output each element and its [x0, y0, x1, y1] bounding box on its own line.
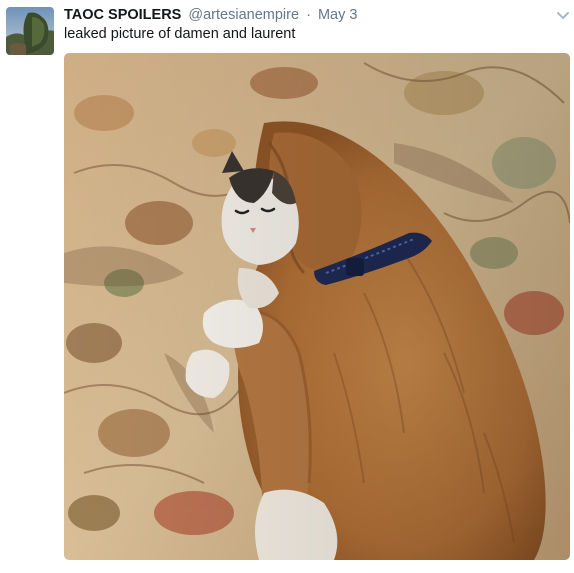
display-name[interactable]: TAOC SPOILERS [64, 7, 181, 23]
username-handle[interactable]: @artesianempire [188, 7, 299, 23]
photo-dog-and-cat-cuddling [64, 53, 570, 560]
tweet: TAOC SPOILERS @artesianempire · May 3 le… [0, 0, 574, 573]
chevron-down-icon[interactable] [556, 8, 570, 19]
timestamp-link[interactable]: May 3 [318, 7, 358, 23]
separator-dot: · [306, 7, 311, 23]
avatar[interactable] [6, 7, 54, 55]
tweet-photo[interactable] [64, 53, 570, 560]
tweet-header: TAOC SPOILERS @artesianempire · May 3 [64, 6, 357, 24]
avatar-image [6, 7, 54, 55]
tweet-text: leaked picture of damen and laurent [64, 26, 296, 42]
